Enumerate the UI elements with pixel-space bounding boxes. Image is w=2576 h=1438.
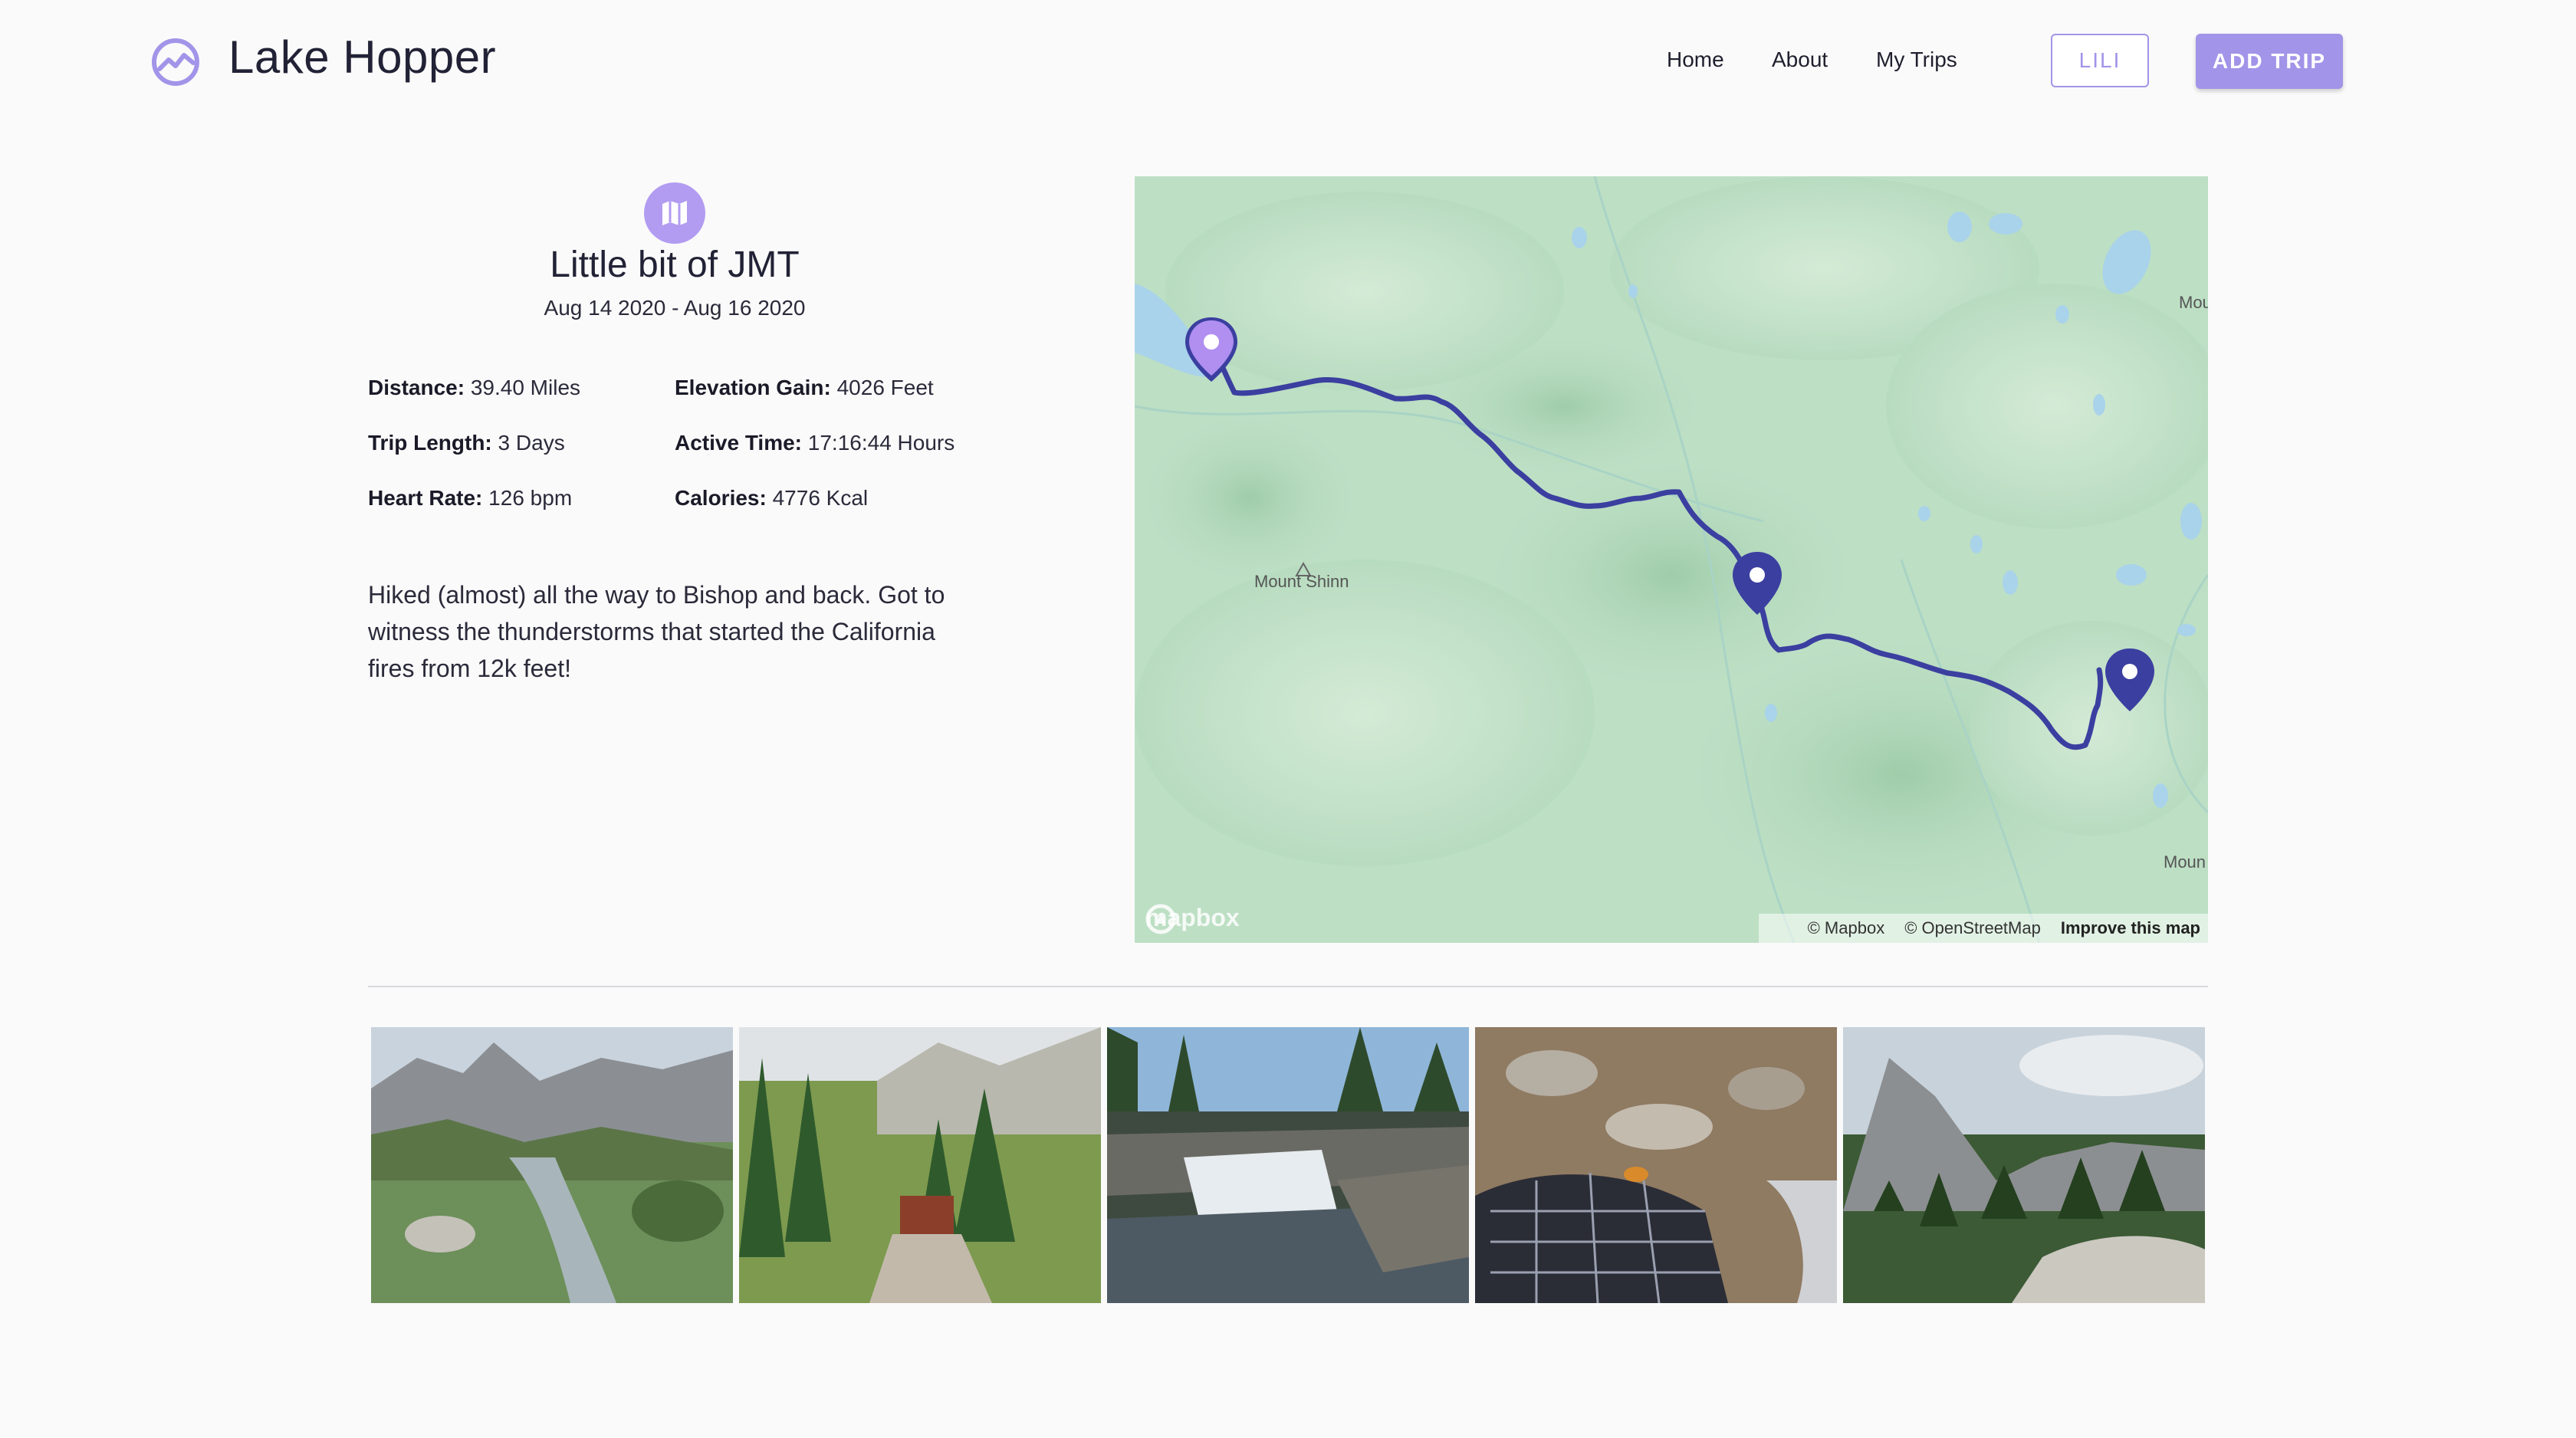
nav-about-link[interactable]: About [1772, 48, 1828, 72]
stat-calories: Calories: 4776 Kcal [675, 486, 868, 511]
app-logo-icon[interactable] [150, 37, 201, 87]
photo-peak-pine-forest[interactable] [1843, 1027, 2205, 1303]
stat-value: 3 Days [498, 431, 565, 455]
stat-label: Calories: [675, 486, 767, 510]
section-divider [368, 986, 2208, 987]
photo-mountain-valley-stream[interactable] [371, 1027, 733, 1303]
stat-distance: Distance: 39.40 Miles [368, 376, 580, 400]
trip-title: Little bit of JMT [550, 245, 800, 285]
improve-map-link[interactable]: Improve this map [2061, 918, 2200, 938]
stat-value: 17:16:44 Hours [807, 431, 955, 455]
stat-label: Distance: [368, 376, 465, 399]
photo-insect-on-backpack[interactable] [1475, 1027, 1837, 1303]
stat-label: Elevation Gain: [675, 376, 831, 399]
nav-home-link[interactable]: Home [1667, 48, 1724, 72]
app-title[interactable]: Lake Hopper [228, 31, 496, 84]
stat-trip-length: Trip Length: 3 Days [368, 431, 565, 455]
stat-value: 126 bpm [488, 486, 573, 510]
map-peak-label: Mount Shinn [1254, 572, 1349, 591]
stat-label: Trip Length: [368, 431, 492, 455]
nav-my-trips-link[interactable]: My Trips [1876, 48, 1957, 72]
mapbox-logo-icon [1145, 904, 1176, 934]
trip-map[interactable]: Mount Shinn Mou Moun mapbox © Mapbox © O… [1135, 176, 2208, 943]
stat-value: 39.40 Miles [470, 376, 581, 399]
map-attribution: © Mapbox © OpenStreetMap Improve this ma… [1758, 914, 2208, 943]
trip-dates: Aug 14 2020 - Aug 16 2020 [544, 296, 806, 320]
map-edge-label: Mou [2179, 293, 2208, 312]
map-canvas[interactable] [1135, 176, 2208, 943]
stat-label: Heart Rate: [368, 486, 483, 510]
map-edge-label: Moun [2164, 852, 2206, 872]
photo-trail-bridge-forest[interactable] [739, 1027, 1101, 1303]
add-trip-button[interactable]: ADD TRIP [2196, 34, 2343, 89]
user-account-button[interactable]: LILI [2051, 34, 2149, 87]
stat-value: 4026 Feet [836, 376, 934, 399]
attribution-osm-link[interactable]: © OpenStreetMap [1904, 918, 2041, 938]
stat-value: 4776 Kcal [772, 486, 869, 510]
attribution-mapbox-link[interactable]: © Mapbox [1808, 918, 1885, 938]
map-icon [644, 182, 705, 244]
mapbox-logo[interactable]: mapbox [1145, 904, 1240, 934]
stat-heart-rate: Heart Rate: 126 bpm [368, 486, 572, 511]
photo-waterfall-rocks[interactable] [1107, 1027, 1469, 1303]
stat-active-time: Active Time: 17:16:44 Hours [675, 431, 955, 455]
trip-description: Hiked (almost) all the way to Bishop and… [368, 581, 945, 682]
stat-elevation-gain: Elevation Gain: 4026 Feet [675, 376, 934, 400]
stat-label: Active Time: [675, 431, 802, 455]
